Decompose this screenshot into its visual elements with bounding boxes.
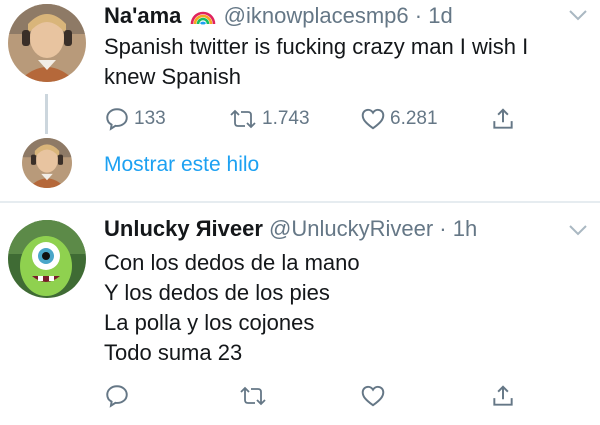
avatar-image bbox=[8, 4, 86, 82]
thread-line bbox=[45, 94, 48, 134]
tweet-actions: 133 1.743 6.281 bbox=[104, 106, 524, 136]
reply-icon bbox=[106, 385, 128, 408]
tweet-text-line: knew Spanish bbox=[104, 64, 241, 89]
avatar-image bbox=[8, 220, 86, 298]
like-button[interactable]: 6.281 bbox=[360, 106, 438, 132]
reply-count: 133 bbox=[134, 108, 166, 129]
reply-button[interactable] bbox=[104, 383, 130, 409]
rainbow-icon bbox=[190, 4, 216, 33]
tweet-text: Spanish twitter is fucking crazy man I w… bbox=[104, 32, 528, 92]
tweet-text-line: La polla y los cojones bbox=[104, 310, 315, 335]
tweet-actions bbox=[104, 383, 524, 413]
show-thread-link[interactable]: Mostrar este hilo bbox=[104, 151, 259, 179]
tweet-text-line: Y los dedos de los pies bbox=[104, 280, 330, 305]
avatar-small[interactable] bbox=[22, 138, 72, 188]
avatar[interactable] bbox=[8, 4, 86, 82]
retweet-button[interactable]: 1.743 bbox=[228, 106, 310, 132]
tweet-header: Na'ama @iknowplacesmp6 · 1d bbox=[104, 2, 453, 33]
retweet-button[interactable] bbox=[238, 383, 268, 409]
avatar[interactable] bbox=[8, 220, 86, 298]
tweet-original[interactable]: Na'ama @iknowplacesmp6 · 1d Spanish twit… bbox=[0, 0, 600, 203]
like-button[interactable] bbox=[360, 383, 386, 409]
handle[interactable]: @UnluckyRiveer bbox=[269, 216, 433, 241]
tweet-text-line: Spanish twitter is fucking crazy man I w… bbox=[104, 34, 529, 59]
tweet-text-line: Con los dedos de la mano bbox=[104, 250, 360, 275]
reply-icon bbox=[106, 108, 128, 131]
retweet-icon bbox=[230, 109, 256, 129]
share-button[interactable] bbox=[490, 383, 516, 409]
timestamp[interactable]: 1h bbox=[453, 216, 477, 241]
retweet-icon bbox=[240, 386, 266, 406]
display-name[interactable]: Unlucky Яiveer bbox=[104, 216, 263, 241]
handle[interactable]: @iknowplacesmp6 bbox=[224, 3, 409, 28]
display-name[interactable]: Na'ama bbox=[104, 3, 181, 28]
share-button[interactable] bbox=[490, 106, 516, 132]
like-count: 6.281 bbox=[390, 108, 438, 129]
tweet-reply[interactable]: Unlucky Яiveer @UnluckyRiveer · 1h Con l… bbox=[0, 203, 600, 425]
heart-icon bbox=[361, 108, 385, 130]
tweet-text: Con los dedos de la mano Y los dedos de … bbox=[104, 248, 360, 368]
separator: · bbox=[414, 3, 423, 28]
heart-icon bbox=[361, 385, 385, 407]
timestamp[interactable]: 1d bbox=[428, 3, 452, 28]
share-icon bbox=[493, 108, 513, 129]
chevron-down-icon[interactable] bbox=[568, 223, 588, 242]
tweet-header: Unlucky Яiveer @UnluckyRiveer · 1h bbox=[104, 215, 477, 243]
share-icon bbox=[493, 385, 513, 406]
avatar-image bbox=[22, 138, 72, 188]
separator: · bbox=[439, 216, 447, 241]
reply-button[interactable]: 133 bbox=[104, 106, 166, 132]
tweet-text-line: Todo suma 23 bbox=[104, 340, 243, 365]
chevron-down-icon[interactable] bbox=[568, 8, 588, 27]
retweet-count: 1.743 bbox=[262, 108, 310, 129]
